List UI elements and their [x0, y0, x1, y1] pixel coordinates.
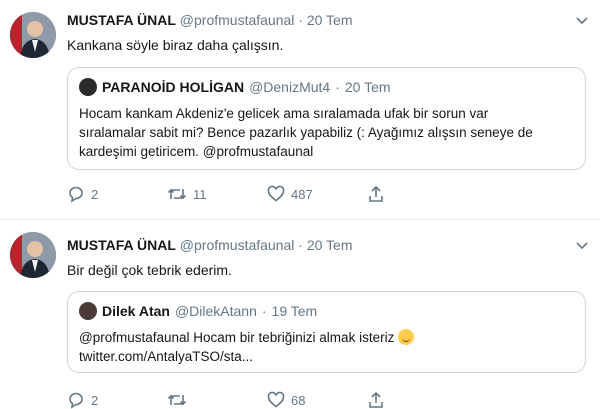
tweet-actions: 2 68 [67, 391, 467, 409]
reply-icon [69, 392, 83, 409]
separator: · [298, 237, 303, 253]
share-button[interactable] [367, 185, 467, 203]
retweet-count: 11 [193, 186, 207, 202]
quoted-text-line: kardeşimi getiricem. @profmustafaunal [79, 144, 314, 159]
separator: · [261, 303, 267, 319]
tweet-text: Bir değil çok tebrik ederim. [67, 262, 232, 278]
share-button[interactable] [367, 391, 467, 409]
reply-button[interactable]: 2 [67, 185, 167, 203]
quoted-tweet-header: Dilek Atan @DilekAtann · 19 Tem [79, 302, 574, 320]
quoted-tweet-header: PARANOİD HOLİGAN @DenizMut4 · 20 Tem [79, 78, 574, 96]
retweet-button[interactable] [167, 391, 267, 409]
author-handle[interactable]: @profmustafaunal [180, 12, 295, 28]
like-button[interactable]: 487 [267, 185, 367, 203]
like-count: 68 [291, 392, 306, 408]
quoted-text-line: Hocam kankam Akdeniz'e gelicek ama sıral… [79, 106, 489, 121]
quoted-author-name: PARANOİD HOLİGAN [102, 79, 245, 95]
reply-icon [69, 186, 83, 203]
separator: · [298, 12, 303, 28]
retweet-button[interactable]: 11 [167, 185, 267, 203]
chevron-down-icon[interactable] [576, 14, 588, 28]
quoted-text: Hocam kankam Akdeniz'e gelicek ama sıral… [79, 104, 574, 161]
quoted-avatar [79, 302, 97, 320]
quoted-text-span: @profmustafaunal Hocam bir tebriğinizi a… [79, 330, 395, 345]
tweet[interactable]: MUSTAFA ÜNAL @profmustafaunal · 20 Tem B… [0, 220, 600, 409]
share-icon [369, 391, 383, 408]
author-name[interactable]: MUSTAFA ÜNAL [67, 12, 176, 28]
avatar[interactable] [10, 232, 56, 278]
quoted-text-line: @profmustafaunal Hocam bir tebriğinizi a… [79, 328, 574, 347]
retweet-icon [167, 188, 187, 200]
quoted-text: @profmustafaunal Hocam bir tebriğinizi a… [79, 328, 574, 366]
quoted-date: 19 Tem [271, 303, 318, 319]
chevron-down-icon[interactable] [576, 239, 588, 253]
tweet-date[interactable]: 20 Tem [307, 237, 353, 253]
author-handle[interactable]: @profmustafaunal [180, 237, 295, 253]
reply-count: 2 [91, 186, 99, 202]
quoted-avatar [79, 78, 97, 96]
heart-icon [267, 391, 285, 408]
reply-count: 2 [91, 392, 99, 408]
tweet-header: MUSTAFA ÜNAL @profmustafaunal · 20 Tem [67, 12, 353, 28]
tweet-text: Kankana söyle biraz daha çalışsın. [67, 37, 284, 53]
reply-button[interactable]: 2 [67, 391, 167, 409]
like-count: 487 [291, 186, 313, 202]
quoted-tweet[interactable]: PARANOİD HOLİGAN @DenizMut4 · 20 Tem Hoc… [67, 67, 586, 170]
separator: · [335, 79, 340, 95]
retweet-icon [167, 394, 187, 406]
tweet[interactable]: MUSTAFA ÜNAL @profmustafaunal · 20 Tem K… [0, 0, 600, 220]
relieved-face-emoji [398, 329, 415, 345]
quoted-author-handle: @DilekAtann [174, 303, 257, 319]
author-name[interactable]: MUSTAFA ÜNAL [67, 237, 176, 253]
like-button[interactable]: 68 [267, 391, 367, 409]
quoted-author-handle: @DenizMut4 [249, 79, 331, 95]
heart-icon [267, 185, 285, 202]
quoted-link[interactable]: twitter.com/AntalyaTSO/sta... [79, 347, 574, 366]
tweet-actions: 2 11 487 [67, 185, 467, 203]
quoted-text-line: sıralamalar sabit mi? Bence pazarlık yap… [79, 125, 533, 140]
quoted-tweet[interactable]: Dilek Atan @DilekAtann · 19 Tem @profmus… [67, 291, 586, 373]
quoted-date: 20 Tem [344, 79, 391, 95]
share-icon [369, 185, 383, 202]
avatar[interactable] [10, 12, 56, 58]
tweet-header: MUSTAFA ÜNAL @profmustafaunal · 20 Tem [67, 237, 353, 253]
quoted-author-name: Dilek Atan [102, 303, 170, 319]
tweet-date[interactable]: 20 Tem [307, 12, 353, 28]
